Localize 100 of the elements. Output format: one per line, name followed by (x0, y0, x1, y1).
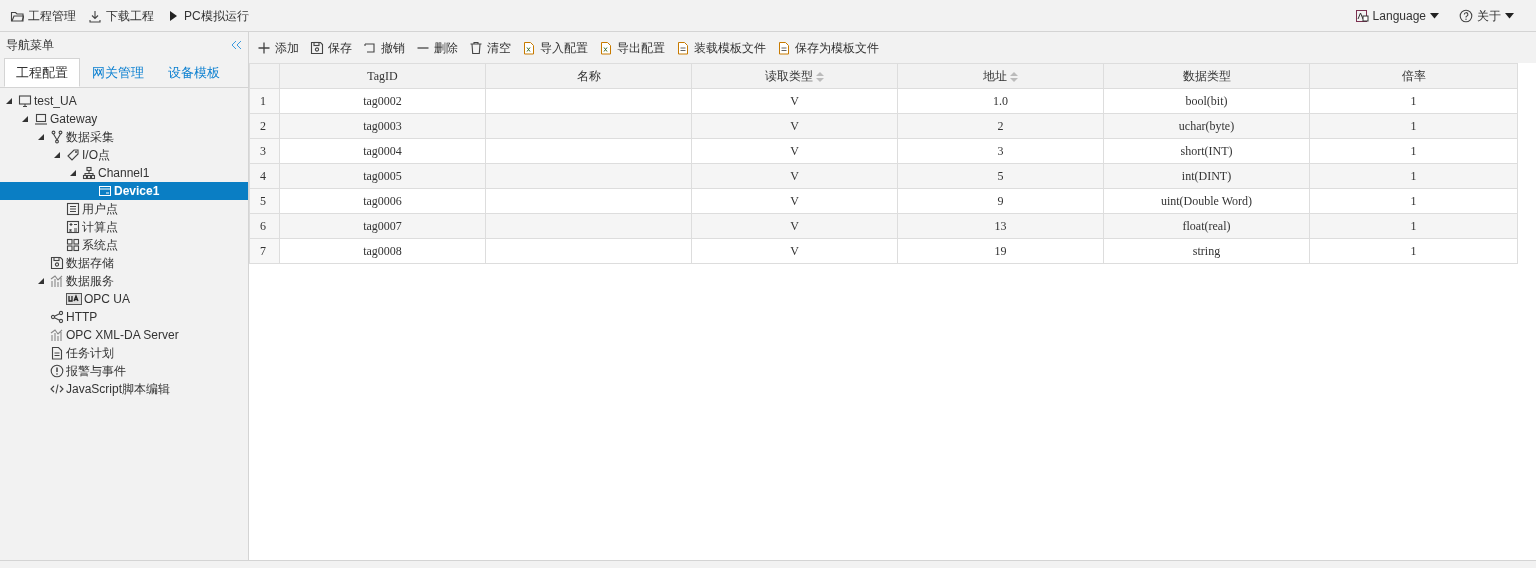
grid-icon (66, 238, 80, 252)
network-icon (82, 166, 96, 180)
tree-item[interactable]: test_UA (0, 92, 248, 110)
tree-item[interactable]: 用户点 (0, 200, 248, 218)
table-cell: V (691, 188, 898, 214)
row-number: 2 (249, 113, 280, 139)
table-cell: tag0002 (279, 88, 486, 114)
expanded-icon[interactable] (22, 116, 28, 122)
table-cell: V (691, 88, 898, 114)
caret-icon (1430, 12, 1439, 19)
table-cell: float(real) (1103, 213, 1310, 239)
file-icon (777, 40, 791, 55)
caret-icon (1505, 12, 1514, 19)
row-number: 3 (249, 138, 280, 164)
table-cell: tag0007 (279, 213, 486, 239)
menu-button[interactable]: PC模拟运行 (166, 6, 249, 25)
table-cell: tag0006 (279, 188, 486, 214)
toolbar-button[interactable]: 添加 (257, 38, 299, 57)
table-cell: uint(Double Word) (1103, 188, 1310, 214)
tree-item[interactable]: 数据服务 (0, 272, 248, 290)
tree-item[interactable]: 数据采集 (0, 128, 248, 146)
toolbar-button[interactable]: 装载模板文件 (676, 38, 766, 57)
sidebar-tab[interactable]: 网关管理 (80, 59, 156, 87)
table-cell: short(INT) (1103, 138, 1310, 164)
document-icon (50, 346, 64, 360)
column-header: 数据类型 (1103, 63, 1310, 89)
tree-item[interactable]: I/O点 (0, 146, 248, 164)
toolbar-button[interactable]: 导出配置 (599, 38, 665, 57)
toolbar-button[interactable]: 保存 (310, 38, 352, 57)
expanded-icon[interactable] (38, 278, 44, 284)
tree-item[interactable]: Channel1 (0, 164, 248, 182)
toolbar-button[interactable]: 保存为模板文件 (777, 38, 879, 57)
tree-item[interactable]: 系统点 (0, 236, 248, 254)
share-icon (50, 310, 64, 324)
laptop-icon (34, 112, 48, 126)
toolbar-button[interactable]: 清空 (469, 38, 511, 57)
table-cell: 13 (897, 213, 1104, 239)
save-icon (50, 256, 64, 270)
bar-chart-icon (50, 328, 64, 342)
row-number: 4 (249, 163, 280, 189)
column-header: 倍率 (1309, 63, 1518, 89)
tree-item[interactable]: HTTP (0, 308, 248, 326)
tree-item[interactable]: OPC XML-DA Server (0, 326, 248, 344)
sidebar-tab[interactable]: 设备模板 (156, 59, 232, 87)
tree-item[interactable]: 数据存储 (0, 254, 248, 272)
table-cell: 3 (897, 138, 1104, 164)
table-cell: 1 (1309, 188, 1518, 214)
row-number: 7 (249, 238, 280, 264)
table-cell: 1 (1309, 238, 1518, 264)
row-number: 5 (249, 188, 280, 214)
collapse-icon[interactable] (230, 40, 242, 50)
table-cell: tag0008 (279, 238, 486, 264)
list-icon (66, 202, 80, 216)
table-cell: uchar(byte) (1103, 113, 1310, 139)
column-header[interactable]: 地址 (897, 63, 1104, 89)
file-icon (676, 40, 690, 55)
tree-item[interactable]: Device1 (0, 182, 248, 200)
table-cell: V (691, 138, 898, 164)
dropdown-button[interactable]: 关于 (1459, 6, 1514, 25)
expanded-icon[interactable] (6, 98, 12, 104)
row-number: 1 (249, 88, 280, 114)
help-icon (1459, 8, 1473, 23)
toolbar-button[interactable]: 撤销 (363, 38, 405, 57)
column-header[interactable]: 读取类型 (691, 63, 898, 89)
tree-item[interactable]: Gateway (0, 110, 248, 128)
table-cell: 1 (1309, 88, 1518, 114)
expanded-icon[interactable] (70, 170, 76, 176)
sidebar-tab[interactable]: 工程配置 (4, 58, 80, 87)
table-cell: 5 (897, 163, 1104, 189)
row-number: 6 (249, 213, 280, 239)
expanded-icon[interactable] (38, 134, 44, 140)
column-header: TagID (279, 63, 486, 89)
table-cell: int(DINT) (1103, 163, 1310, 189)
tree-item[interactable]: OPC UA (0, 290, 248, 308)
expanded-icon[interactable] (54, 152, 60, 158)
ua-icon (66, 292, 82, 306)
table-cell: V (691, 113, 898, 139)
table-cell: 2 (897, 113, 1104, 139)
table-cell: 1 (1309, 113, 1518, 139)
calculator-icon (66, 220, 80, 234)
table-cell: V (691, 213, 898, 239)
dropdown-button[interactable]: Language (1354, 6, 1439, 25)
tree-item[interactable]: 计算点 (0, 218, 248, 236)
tree-item[interactable]: 任务计划 (0, 344, 248, 362)
menu-button[interactable]: 工程管理 (10, 6, 76, 25)
tree-item[interactable]: JavaScript脚本编辑 (0, 380, 248, 398)
toolbar-button[interactable]: 删除 (416, 38, 458, 57)
bar-chart-icon (50, 274, 64, 288)
table-cell: bool(bit) (1103, 88, 1310, 114)
menu-button[interactable]: 下载工程 (88, 6, 154, 25)
tree-item[interactable]: 报警与事件 (0, 362, 248, 380)
download-icon (88, 8, 102, 23)
excel-file-icon (599, 40, 613, 55)
table-cell: 1 (1309, 213, 1518, 239)
table-cell: V (691, 238, 898, 264)
excel-file-icon (522, 40, 536, 55)
toolbar-button[interactable]: 导入配置 (522, 38, 588, 57)
table-cell: string (1103, 238, 1310, 264)
monitor-icon (18, 94, 32, 108)
table-cell: 1.0 (897, 88, 1104, 114)
